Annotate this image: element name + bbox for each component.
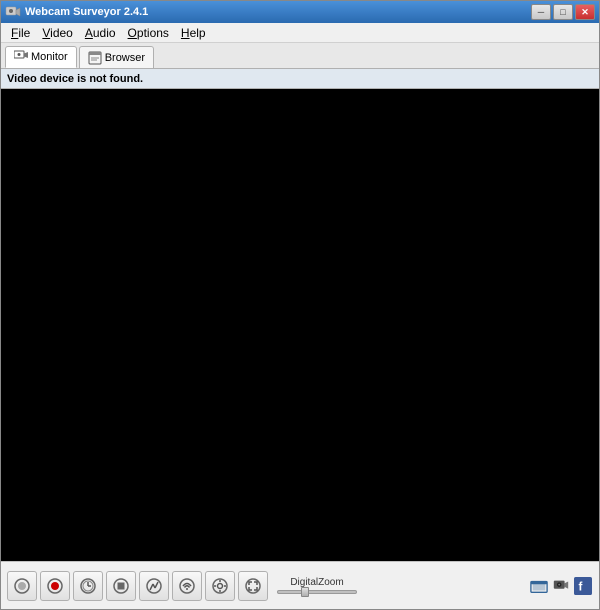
settings-icon xyxy=(211,577,229,595)
app-tray-icon[interactable] xyxy=(551,576,571,596)
menu-options[interactable]: Options xyxy=(122,24,175,42)
network-icon xyxy=(530,577,548,595)
monitor-tab-label: Monitor xyxy=(31,51,68,63)
window-title: Webcam Surveyor 2.4.1 xyxy=(25,6,531,18)
fb-tray-icon[interactable]: f xyxy=(573,576,593,596)
motion-button[interactable] xyxy=(139,571,169,601)
webcam-small-icon xyxy=(552,577,570,595)
menu-help[interactable]: Help xyxy=(175,24,212,42)
tab-browser[interactable]: Browser xyxy=(79,46,154,68)
app-icon xyxy=(5,4,21,20)
bottom-toolbar: DigitalZoom xyxy=(1,561,599,609)
menu-audio[interactable]: Audio xyxy=(79,24,122,42)
tab-monitor[interactable]: Monitor xyxy=(5,46,77,68)
minimize-button[interactable]: ─ xyxy=(531,4,551,20)
capture-button[interactable] xyxy=(7,571,37,601)
record-icon xyxy=(46,577,64,595)
close-button[interactable]: ✕ xyxy=(575,4,595,20)
schedule-button[interactable] xyxy=(73,571,103,601)
window-controls: ─ □ ✕ xyxy=(531,4,595,20)
stop-button[interactable] xyxy=(106,571,136,601)
capture-icon xyxy=(13,577,31,595)
restore-button[interactable]: □ xyxy=(553,4,573,20)
menu-file[interactable]: File xyxy=(5,24,36,42)
menu-video[interactable]: Video xyxy=(36,24,78,42)
svg-text:f: f xyxy=(579,580,583,593)
wifi-icon xyxy=(178,577,196,595)
stop-icon xyxy=(112,577,130,595)
fullscreen-icon xyxy=(244,577,262,595)
zoom-handle[interactable] xyxy=(301,587,309,597)
status-bar: Video device is not found. xyxy=(1,69,599,89)
settings-button[interactable] xyxy=(205,571,235,601)
motion-icon xyxy=(145,577,163,595)
status-message: Video device is not found. xyxy=(7,73,143,85)
tray-area: f xyxy=(529,576,593,596)
zoom-label: DigitalZoom xyxy=(290,577,343,588)
tab-bar: Monitor Browser xyxy=(1,43,599,69)
facebook-icon: f xyxy=(574,577,592,595)
schedule-icon xyxy=(79,577,97,595)
zoom-slider[interactable] xyxy=(277,590,357,594)
zoom-area: DigitalZoom xyxy=(277,577,357,594)
menu-bar: File Video Audio Options Help xyxy=(1,23,599,43)
network-tray-icon[interactable] xyxy=(529,576,549,596)
video-area xyxy=(1,89,599,561)
main-window: Webcam Surveyor 2.4.1 ─ □ ✕ File Video A… xyxy=(0,0,600,610)
monitor-tab-icon xyxy=(14,50,28,64)
title-bar: Webcam Surveyor 2.4.1 ─ □ ✕ xyxy=(1,1,599,23)
fullscreen-button[interactable] xyxy=(238,571,268,601)
browser-tab-icon xyxy=(88,51,102,65)
wifi-button[interactable] xyxy=(172,571,202,601)
browser-tab-label: Browser xyxy=(105,52,145,64)
record-button[interactable] xyxy=(40,571,70,601)
